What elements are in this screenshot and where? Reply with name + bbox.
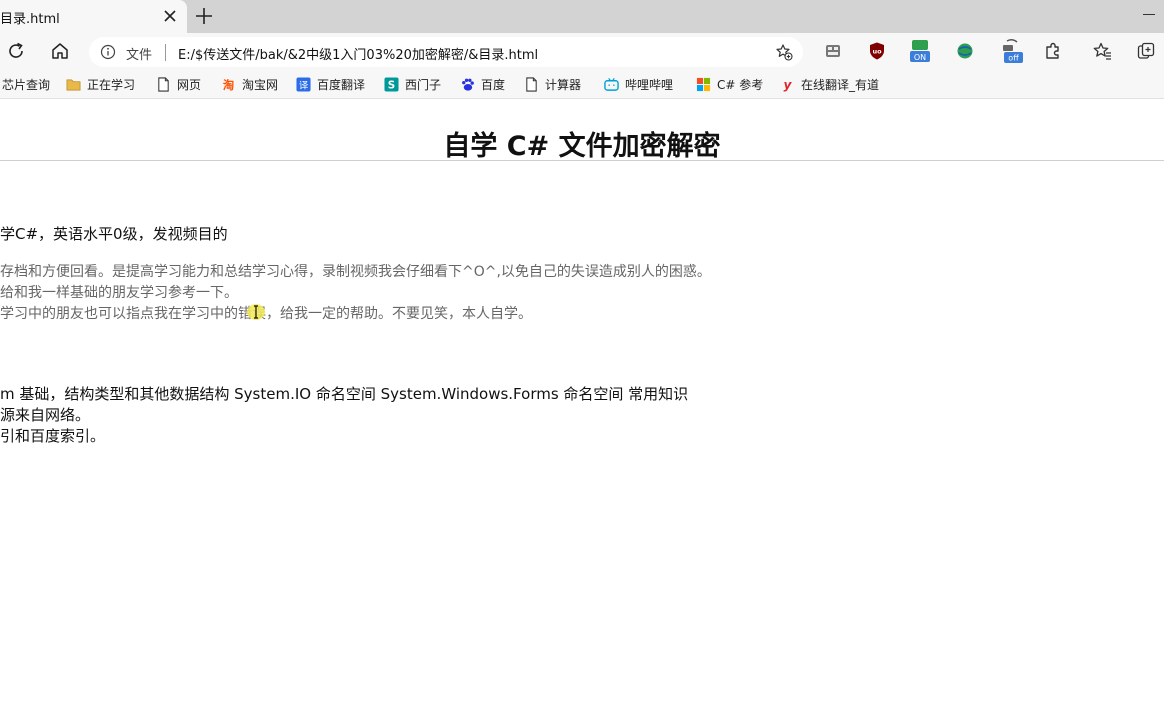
- microsoft-icon: [696, 77, 711, 91]
- collections-extension-icon[interactable]: [823, 41, 843, 61]
- taobao-icon: 淘: [223, 78, 234, 92]
- translate-icon: 译: [296, 76, 311, 91]
- address-url[interactable]: E:/$传送文件/bak/&2中级1入门03%20加密解密/&目录.html: [178, 44, 538, 63]
- content-line: 源来自网络。: [0, 406, 91, 424]
- tab-title: 目录.html: [0, 12, 60, 27]
- folder-icon: [66, 78, 81, 90]
- favorite-label: 百度翻译: [317, 77, 366, 92]
- add-favorite-icon[interactable]: [775, 43, 793, 61]
- new-tab-icon[interactable]: [193, 5, 215, 27]
- favorite-label: 百度: [481, 77, 506, 92]
- favorite-label: C# 参考: [717, 77, 764, 92]
- on-toggle-extension-icon[interactable]: ON: [909, 39, 931, 63]
- favorite-item[interactable]: 计算器: [524, 75, 581, 93]
- favorite-item[interactable]: 芯片查询: [2, 75, 50, 93]
- globe-extension-icon[interactable]: [955, 41, 975, 61]
- favorites-icon[interactable]: [1092, 41, 1112, 61]
- youdao-icon: y: [784, 78, 793, 92]
- address-scheme-label: 文件: [126, 48, 153, 63]
- svg-text:off: off: [1008, 54, 1019, 63]
- content-line: m 基础，结构类型和其他数据结构 System.IO 命名空间 System.W…: [0, 385, 689, 403]
- close-icon[interactable]: [160, 6, 180, 26]
- svg-text:S: S: [388, 79, 395, 91]
- favorite-item[interactable]: 淘 淘宝网: [221, 75, 278, 93]
- content-line: 给和我一样基础的朋友学习参考一下。: [0, 285, 238, 301]
- favorite-item[interactable]: 网页: [156, 75, 201, 93]
- svg-text:淘: 淘: [223, 78, 234, 92]
- address-bar[interactable]: 文件 E:/$传送文件/bak/&2中级1入门03%20加密解密/&目录.htm…: [89, 37, 803, 67]
- favorite-item[interactable]: C# 参考: [696, 75, 763, 93]
- favorite-label: 淘宝网: [242, 77, 279, 92]
- ublock-origin-icon[interactable]: uo: [867, 41, 887, 61]
- favorite-item[interactable]: 译 百度翻译: [296, 75, 365, 93]
- favorite-item[interactable]: 正在学习: [66, 75, 135, 93]
- baidu-icon: [462, 78, 474, 91]
- collections-icon[interactable]: [1136, 41, 1156, 61]
- tab-active[interactable]: 目录.html: [0, 0, 187, 33]
- svg-text:ON: ON: [914, 53, 926, 62]
- content-line: 引和百度索引。: [0, 427, 106, 445]
- favorite-item[interactable]: y 在线翻译_有道: [780, 75, 879, 93]
- favorite-label: 芯片查询: [2, 77, 51, 92]
- navigation-bar: 文件 E:/$传送文件/bak/&2中级1入门03%20加密解密/&目录.htm…: [0, 33, 1164, 70]
- favorite-item[interactable]: 哔哩哔哩: [604, 75, 673, 93]
- extensions-puzzle-icon[interactable]: [1043, 41, 1063, 61]
- svg-text:uo: uo: [872, 48, 882, 56]
- favorite-label: 正在学习: [87, 77, 136, 92]
- favorite-label: 网页: [177, 77, 202, 92]
- page-icon: [158, 76, 169, 92]
- content-line: 存档和方便回看。是提高学习能力和总结学习心得，录制视频我会仔细看下^O^,以免自…: [0, 264, 711, 280]
- home-icon[interactable]: [49, 40, 71, 62]
- svg-text:y: y: [784, 78, 793, 92]
- svg-text:译: 译: [299, 80, 309, 91]
- text-cursor-icon: [247, 304, 265, 320]
- info-icon[interactable]: [100, 44, 116, 60]
- favorite-label: 哔哩哔哩: [625, 77, 674, 92]
- favorite-item[interactable]: 百度: [460, 75, 505, 93]
- siemens-icon: S: [384, 76, 399, 91]
- favorites-bar: 芯片查询 正在学习 网页 淘 淘宝网 译 百度翻译 S 西门子 百度 计算器 哔…: [0, 70, 1164, 99]
- page-title: 自学 C# 文件加密解密: [443, 131, 721, 162]
- title-divider: [0, 160, 1164, 161]
- content-line: 学C#，英语水平0级，发视频目的: [0, 225, 228, 243]
- favorite-label: 在线翻译_有道: [801, 77, 880, 92]
- tab-strip: 目录.html: [0, 0, 1164, 33]
- refresh-icon[interactable]: [5, 40, 27, 62]
- page-content: 自学 C# 文件加密解密 学C#，英语水平0级，发视频目的 存档和方便回看。是提…: [0, 99, 1164, 728]
- address-separator: [165, 44, 166, 61]
- off-toggle-extension-icon[interactable]: off: [1000, 38, 1024, 64]
- page-icon: [526, 76, 537, 92]
- favorite-label: 西门子: [405, 77, 442, 92]
- bilibili-icon: [604, 77, 619, 91]
- favorite-label: 计算器: [545, 77, 582, 92]
- favorite-item[interactable]: S 西门子: [384, 75, 441, 93]
- minimize-icon[interactable]: [1143, 14, 1155, 15]
